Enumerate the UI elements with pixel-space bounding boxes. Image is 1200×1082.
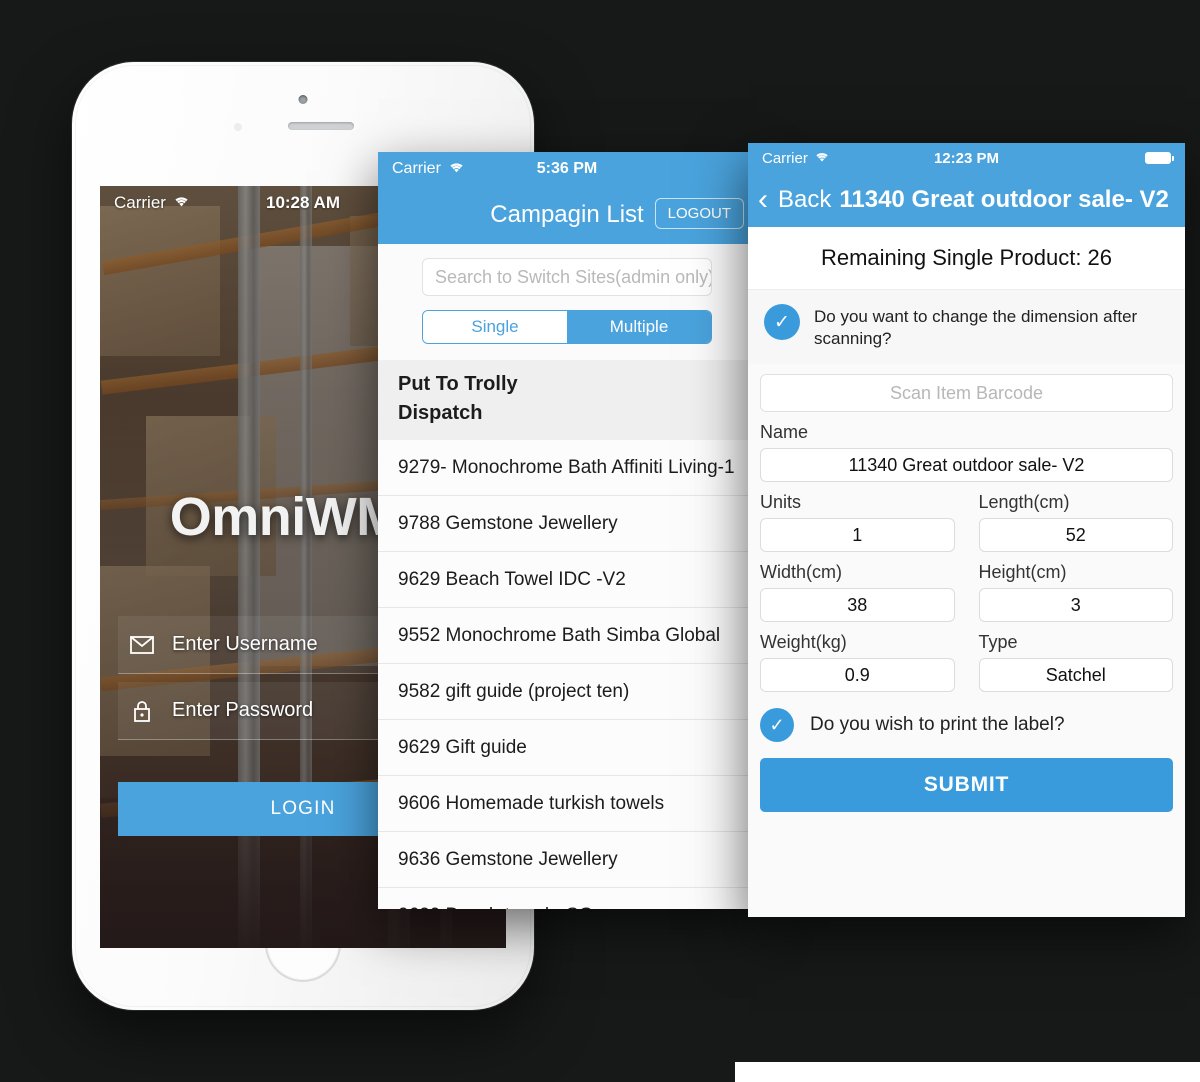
dimensions-row-1: Units 1 Length(cm) 52 xyxy=(748,482,1185,553)
back-button[interactable]: Back xyxy=(778,186,831,214)
screenshot-stage: Carrier 10:28 AM OmniWMS Enter Username … xyxy=(0,0,1200,1082)
list-item[interactable]: 9629 Beach Towel IDC -V2 xyxy=(378,552,756,608)
weight-input[interactable]: 0.9 xyxy=(760,658,955,693)
weight-label: Weight(kg) xyxy=(760,632,847,653)
envelope-icon xyxy=(128,631,156,659)
list-item[interactable]: 9629 Gift guide xyxy=(378,720,756,776)
list-item[interactable]: 9279- Monochrome Bath Affiniti Living-1 xyxy=(378,440,756,496)
phone3-screen: Carrier 12:23 PM ‹ Back 11340 Great outd… xyxy=(748,143,1185,917)
campaign-list: 9279- Monochrome Bath Affiniti Living-1 … xyxy=(378,440,756,909)
page-title: 11340 Great outdoor sale- V2 xyxy=(839,186,1169,213)
width-label: Width(cm) xyxy=(760,562,842,583)
bottom-white-band xyxy=(735,1062,1200,1082)
print-label-checkbox[interactable]: ✓ Do you wish to print the label? xyxy=(748,692,1185,750)
scan-barcode-input[interactable]: Scan Item Barcode xyxy=(760,374,1173,413)
front-camera-icon xyxy=(298,95,308,104)
phone2-body: Search to Switch Sites(admin only) Singl… xyxy=(378,244,756,909)
print-label-text: Do you wish to print the label? xyxy=(810,714,1065,736)
units-label: Units xyxy=(760,492,802,513)
dimensions-row-3: Weight(kg) 0.9 Type Satchel xyxy=(748,622,1185,693)
phone2-screen: Carrier 5:36 PM Campagin List LOGOUT Sea… xyxy=(378,152,756,909)
proximity-sensor-icon xyxy=(234,123,243,131)
segment-multiple[interactable]: Multiple xyxy=(567,311,711,343)
units-input[interactable]: 1 xyxy=(760,518,955,553)
check-icon: ✓ xyxy=(764,304,800,340)
list-item[interactable]: 9788 Gemstone Jewellery xyxy=(378,496,756,552)
phone3-navbar: Carrier 12:23 PM ‹ Back 11340 Great outd… xyxy=(748,143,1185,227)
name-label: Name xyxy=(760,422,809,443)
mode-segmented-control[interactable]: Single Multiple xyxy=(422,310,712,344)
length-input[interactable]: 52 xyxy=(978,518,1173,553)
remaining-count-label: Remaining Single Product: 26 xyxy=(748,227,1185,290)
phone2-status-bar: Carrier 5:36 PM xyxy=(378,152,756,186)
name-input[interactable]: 11340 Great outdoor sale- V2 xyxy=(760,448,1173,483)
phone2-navbar: Carrier 5:36 PM Campagin List LOGOUT xyxy=(378,152,756,244)
battery-full-icon xyxy=(1145,152,1174,164)
scan-placeholder: Scan Item Barcode xyxy=(889,382,1044,403)
password-placeholder: Enter Password xyxy=(172,699,314,721)
change-dimension-checkbox[interactable]: ✓ Do you want to change the dimension af… xyxy=(748,290,1185,365)
search-placeholder: Search to Switch Sites(admin only) xyxy=(435,266,712,287)
logout-button[interactable]: LOGOUT xyxy=(654,198,744,229)
status-time: 12:23 PM xyxy=(933,149,1000,167)
submit-button[interactable]: SUBMIT xyxy=(760,758,1173,813)
length-label: Length(cm) xyxy=(978,492,1070,513)
lock-icon xyxy=(128,697,156,725)
list-item[interactable]: 9636 Gemstone Jewellery xyxy=(378,832,756,888)
list-item[interactable]: 9582 gift guide (project ten) xyxy=(378,664,756,720)
status-time: 5:36 PM xyxy=(536,160,598,177)
page-title: Campagin List xyxy=(490,201,644,228)
dimensions-row-2: Width(cm) 38 Height(cm) 3 xyxy=(748,552,1185,623)
list-section-header: Put To Trolly Dispatch xyxy=(378,360,756,440)
segment-single[interactable]: Single xyxy=(423,311,567,343)
width-input[interactable]: 38 xyxy=(760,588,955,623)
section-header-line2: Dispatch xyxy=(398,402,483,424)
height-label: Height(cm) xyxy=(978,562,1067,583)
check-icon: ✓ xyxy=(760,708,794,743)
list-item[interactable]: 9552 Monochrome Bath Simba Global xyxy=(378,608,756,664)
phone3-status-bar: Carrier 12:23 PM xyxy=(748,143,1185,173)
phone3-title-bar: ‹ Back 11340 Great outdoor sale- V2 xyxy=(748,173,1185,227)
phone2-title-bar: Campagin List LOGOUT xyxy=(378,186,756,244)
earpiece-speaker xyxy=(288,122,355,130)
change-dimension-label: Do you want to change the dimension afte… xyxy=(814,307,1138,349)
chevron-left-icon[interactable]: ‹ xyxy=(758,185,768,215)
list-item[interactable]: 9629 Beach towel - SG xyxy=(378,888,756,910)
username-placeholder: Enter Username xyxy=(172,633,318,655)
site-search-input[interactable]: Search to Switch Sites(admin only) xyxy=(422,258,712,296)
type-label: Type xyxy=(978,632,1018,653)
section-header-line1: Put To Trolly xyxy=(398,373,518,395)
list-item[interactable]: 9606 Homemade turkish towels xyxy=(378,776,756,832)
type-input[interactable]: Satchel xyxy=(978,658,1173,693)
height-input[interactable]: 3 xyxy=(978,588,1173,623)
